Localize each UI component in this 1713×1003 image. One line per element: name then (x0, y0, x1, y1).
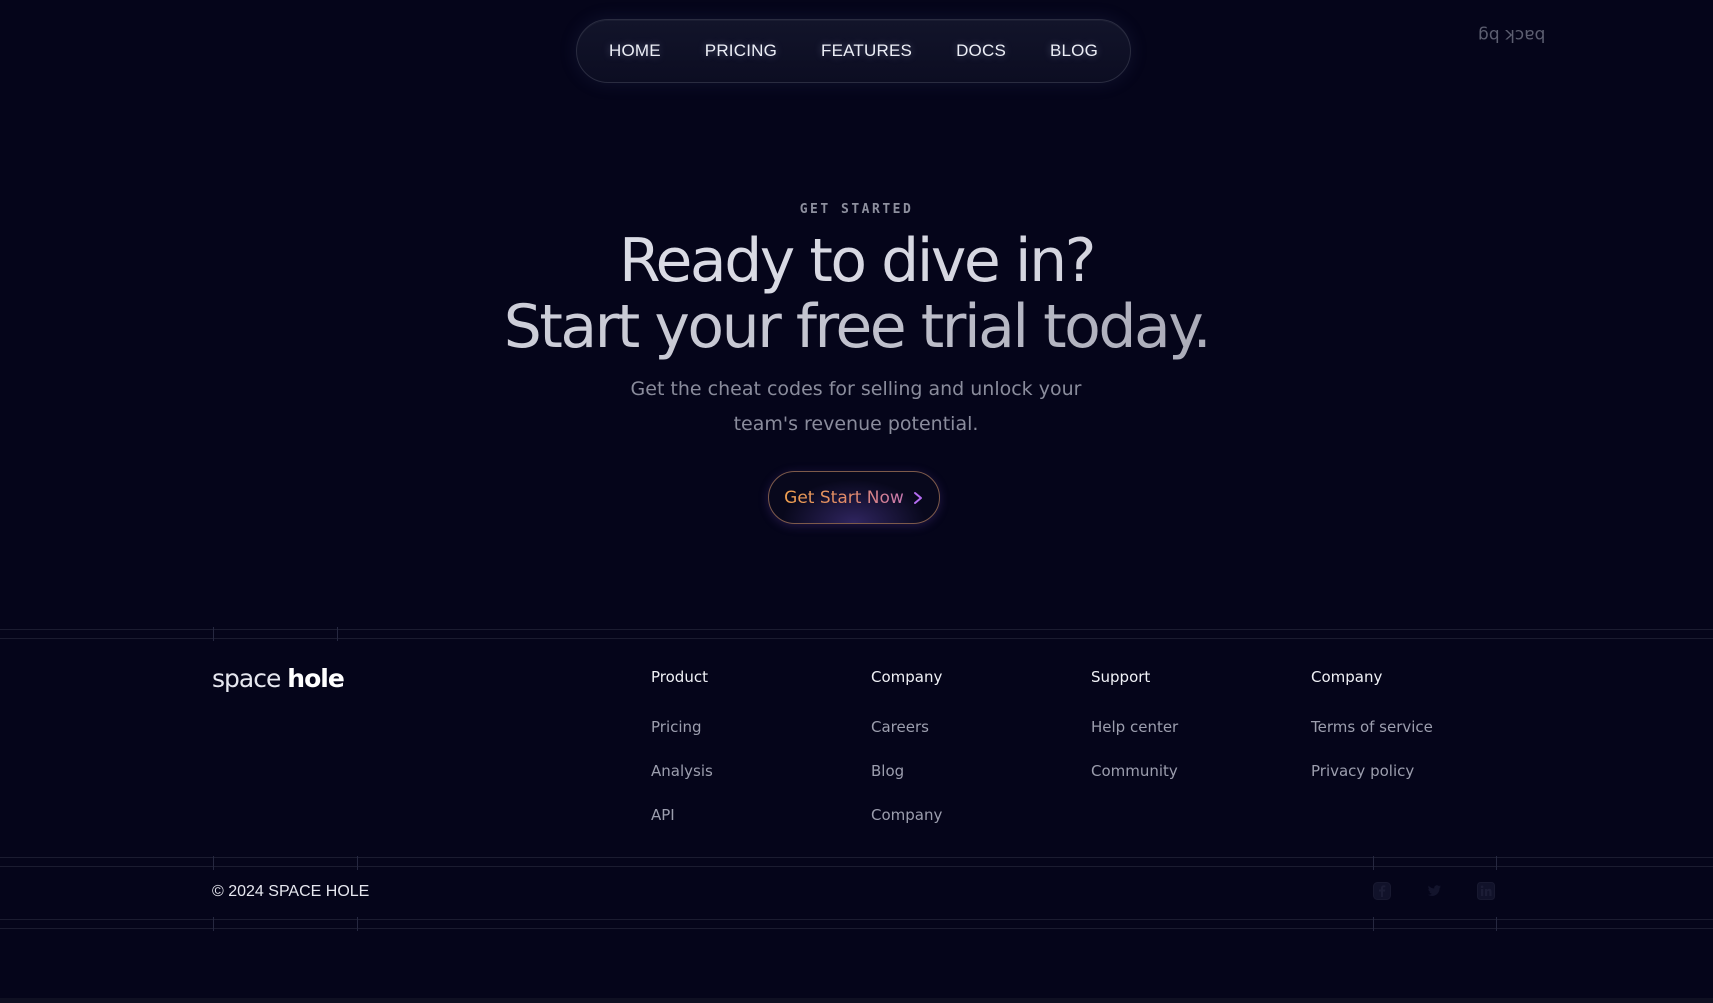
footer-column-heading: Product (651, 668, 708, 686)
facebook-icon[interactable] (1373, 882, 1391, 900)
hero-title: Ready to dive in? Start your free trial … (0, 228, 1713, 360)
bottom-strip (0, 998, 1713, 1003)
footer-column-legal: Company Terms of service Privacy policy (1311, 668, 1433, 806)
footer-column-company: Company Careers Blog Company (871, 668, 942, 850)
nav-features[interactable]: FEATURES (799, 41, 934, 61)
footer-column-product: Product Pricing Analysis API (651, 668, 713, 850)
grid-line (0, 857, 1713, 858)
footer-link-terms-of-service[interactable]: Terms of service (1311, 718, 1433, 738)
nav-docs[interactable]: DOCS (934, 41, 1028, 61)
footer-link-company[interactable]: Company (871, 806, 942, 826)
grid-tick (1496, 917, 1497, 931)
hero-title-line-1: Ready to dive in? (0, 228, 1713, 294)
grid-tick (213, 917, 214, 931)
grid-tick (357, 917, 358, 931)
footer-link-analysis[interactable]: Analysis (651, 762, 713, 782)
grid-tick (1373, 856, 1374, 870)
linkedin-icon[interactable] (1477, 882, 1495, 900)
footer-link-pricing[interactable]: Pricing (651, 718, 713, 738)
footer-link-blog[interactable]: Blog (871, 762, 942, 782)
nav-blog[interactable]: BLOG (1028, 41, 1120, 61)
footer-link-community[interactable]: Community (1091, 762, 1178, 782)
grid-tick (357, 856, 358, 870)
copyright-text: © 2024 SPACE HOLE (212, 883, 370, 900)
logo-word-space: space (212, 664, 281, 693)
nav-home[interactable]: HOME (587, 41, 683, 61)
grid-tick (1496, 856, 1497, 870)
logo-word-hole: hole (287, 664, 344, 693)
chevron-right-icon (913, 491, 922, 504)
twitter-icon[interactable] (1425, 882, 1443, 900)
cta-label: Get Start Now (784, 487, 904, 508)
social-links (1373, 882, 1495, 900)
top-nav: HOME PRICING FEATURES DOCS BLOG (576, 19, 1131, 83)
back-bg-label: back bg (1478, 25, 1546, 45)
footer-link-help-center[interactable]: Help center (1091, 718, 1178, 738)
nav-pricing[interactable]: PRICING (683, 41, 799, 61)
footer-column-heading: Support (1091, 668, 1151, 686)
footer-column-heading: Company (871, 668, 943, 686)
footer-column-support: Support Help center Community (1091, 668, 1178, 806)
grid-line (0, 638, 1713, 639)
grid-line (0, 866, 1713, 867)
footer-link-careers[interactable]: Careers (871, 718, 942, 738)
hero-title-line-2: Start your free trial today. (0, 294, 1713, 360)
hero-eyebrow: GET STARTED (799, 202, 914, 217)
grid-line (0, 928, 1713, 929)
grid-tick (1373, 917, 1374, 931)
get-start-now-button[interactable]: Get Start Now (768, 471, 940, 524)
footer-link-privacy-policy[interactable]: Privacy policy (1311, 762, 1433, 782)
grid-line (0, 629, 1713, 630)
footer-column-heading: Company (1311, 668, 1383, 686)
hero-subtitle: Get the cheat codes for selling and unlo… (630, 378, 1082, 435)
grid-line (0, 919, 1713, 920)
grid-tick (213, 627, 214, 641)
footer-logo[interactable]: space hole (212, 664, 345, 693)
footer-link-api[interactable]: API (651, 806, 713, 826)
grid-tick (337, 627, 338, 641)
grid-tick (213, 856, 214, 870)
